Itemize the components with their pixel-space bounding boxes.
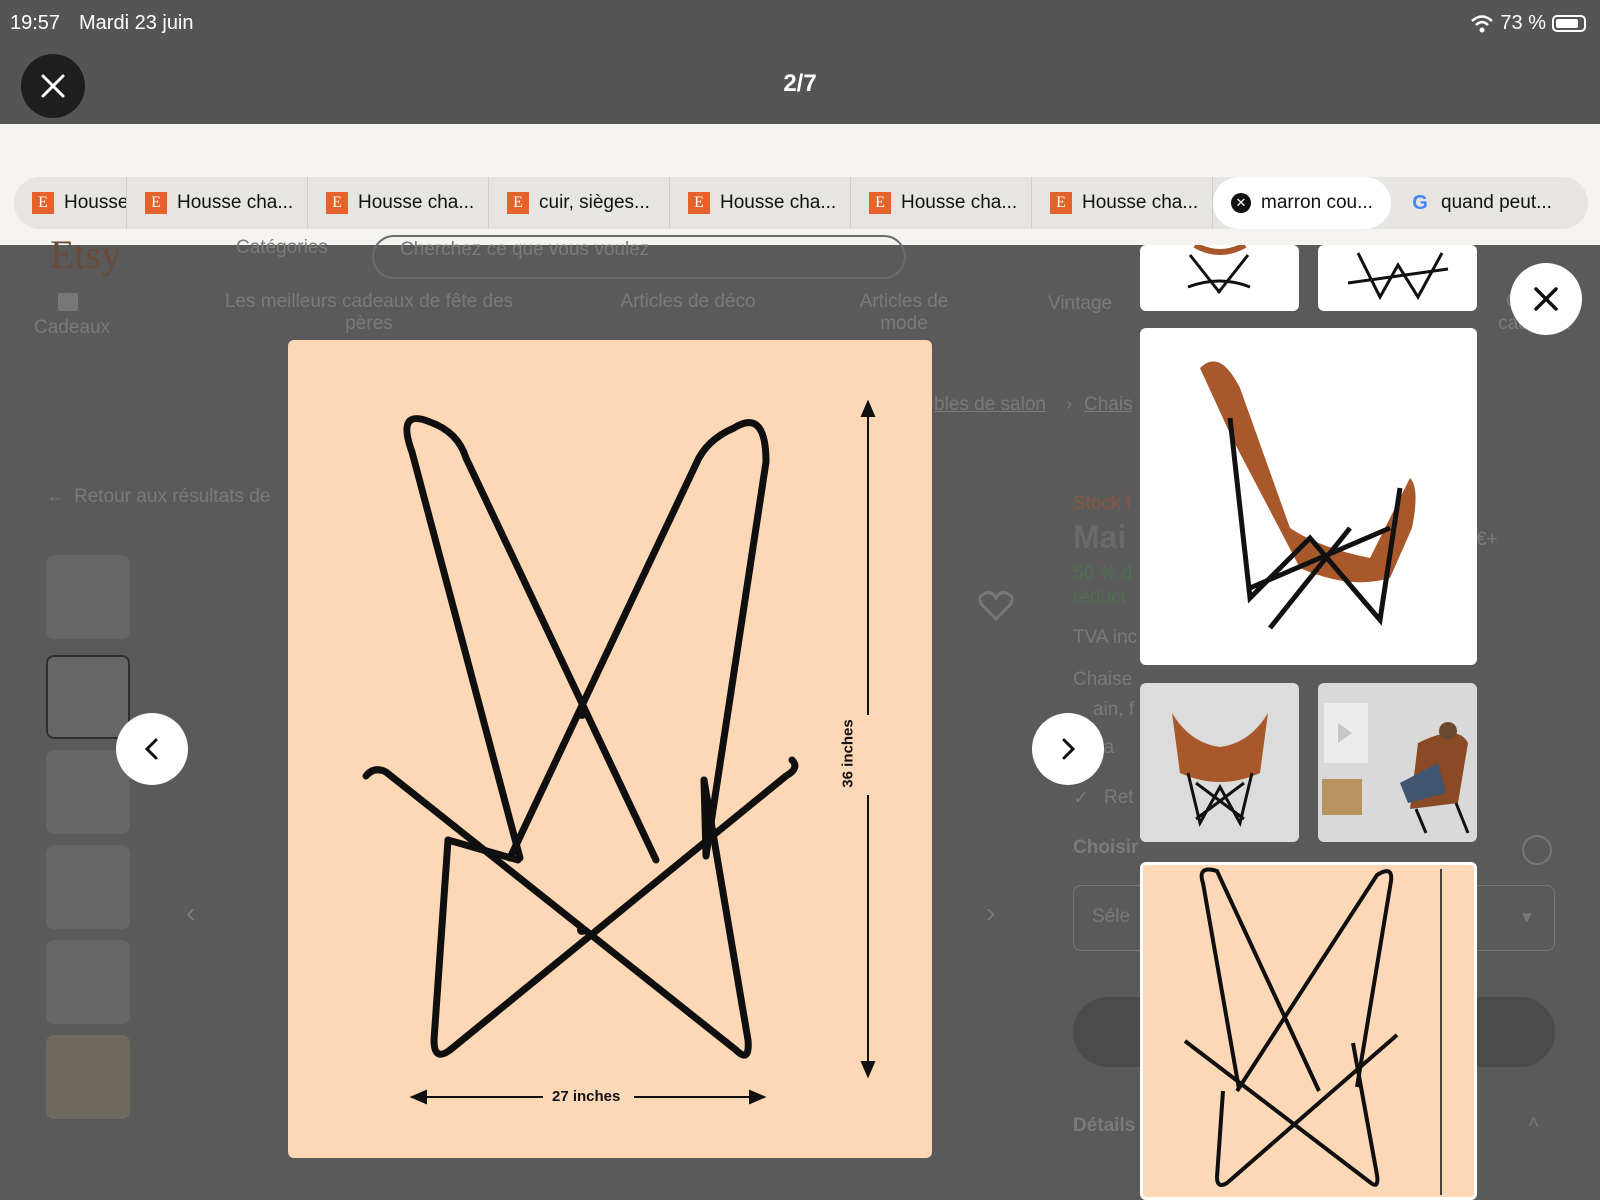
tab-label: Housse cha... [358,192,475,213]
breadcrumb-chairs: Chais [1084,394,1133,415]
tab-6[interactable]: E Housse cha... [851,177,1032,229]
battery-icon [1552,15,1586,32]
width-dimension-label: 27 inches [552,1088,621,1105]
chevron-up-icon: ˄ [1528,1113,1540,1134]
product-title: Mai [1073,519,1127,555]
heart-icon [978,591,1014,622]
chair-frame-thumbnail [1187,245,1251,294]
bg-next-arrow-icon: › [986,897,996,928]
left-thumbnail [46,845,130,929]
status-indicators: 73 % [1470,12,1586,35]
wifi-icon [1471,14,1494,32]
tab-label: quand peut... [1441,192,1552,213]
chevron-left-icon [144,738,158,760]
select-placeholder: Séle [1092,906,1131,927]
etsy-favicon-icon: E [869,192,891,214]
nav-fathers-day: Les meilleurs cadeaux de fête des pères [224,291,514,334]
right-thumbnail[interactable] [1140,683,1299,842]
tab-label: cuir, sièges... [539,192,650,213]
status-time: 19:57 [10,12,61,34]
leather-chair-thumbnail [1200,361,1416,630]
etsy-favicon-icon: E [688,192,710,214]
left-thumbnail [46,1035,130,1119]
stock-text: Stock f [1073,493,1132,514]
returns-text: Ret [1104,787,1134,808]
nav-fashion: Articles de mode [859,291,949,334]
etsy-favicon-icon: E [507,192,529,214]
search-placeholder: Cherchez ce que vous voulez [400,239,650,260]
tab-7[interactable]: E Housse cha... [1032,177,1213,229]
right-thumbnail-selected[interactable] [1140,862,1477,1200]
back-to-results-link: Retour aux résultats de [74,486,271,507]
tab-label: Housse cha... [1082,192,1199,213]
discount-text-2: réduct [1073,587,1126,608]
globe-icon [1522,835,1552,865]
tab-4[interactable]: E cuir, sièges... [489,177,670,229]
butterfly-chair-frame-drawing [362,399,876,1105]
height-dimension-label: 36 inches [839,719,857,788]
discount-text: 50 % d [1073,563,1133,584]
tab-label: Housse cha... [177,192,294,213]
tab-1[interactable]: E Housse [14,177,127,229]
left-thumbnail [46,750,130,834]
description-line-2: ain, f [1093,699,1135,720]
breadcrumb-salon: bles de salon [934,394,1046,415]
tab-label: Housse [64,192,127,213]
etsy-favicon-icon: E [326,192,348,214]
right-thumbnail[interactable] [1140,245,1299,311]
battery-percent: 73 % [1500,12,1546,34]
left-thumbnail [46,940,130,1024]
chair-frame-dimensions-thumbnail [1183,867,1442,1195]
close-icon [1534,287,1558,311]
chair-frame-thumbnail [1347,252,1449,301]
tab-9[interactable]: G quand peut... [1391,177,1566,229]
tab-3[interactable]: E Housse cha... [308,177,489,229]
etsy-favicon-icon: E [1050,192,1072,214]
nav-vintage: Vintage [1048,293,1113,314]
tab-label: Housse cha... [901,192,1018,213]
bg-prev-arrow-icon: ‹ [186,897,196,928]
choose-label: Choisir [1073,837,1139,858]
back-arrow-icon: ← [46,486,65,507]
browser-tab-bar: E Housse E Housse cha... E Housse cha...… [14,177,1588,229]
categories-link: Catégories [236,237,328,258]
main-product-image: 36 inches 27 inches [288,340,932,1158]
details-heading: Détails [1073,1115,1136,1136]
etsy-favicon-icon: E [32,192,54,214]
google-favicon-icon: G [1412,191,1428,214]
price-suffix: €+ [1476,529,1498,550]
leather-chair-front-thumbnail [1172,713,1268,828]
tab-5[interactable]: E Housse cha... [670,177,851,229]
gift-icon [58,293,78,311]
chevron-right-icon [1062,738,1076,760]
nav-gifts: Cadeaux [33,317,111,338]
right-thumbnail[interactable] [1318,245,1477,311]
tab-8-active[interactable]: ✕ marron cou... [1213,177,1391,229]
etsy-favicon-icon: E [145,192,167,214]
next-image-button[interactable] [1032,713,1104,785]
tab-label: marron cou... [1261,192,1373,213]
chevron-down-icon: ▾ [1522,907,1532,928]
viewer-top-bar: 19:57 Mardi 23 juin 73 % 2/7 [0,0,1600,124]
close-panel-button[interactable] [1510,263,1582,335]
image-counter: 2/7 [783,70,817,97]
right-thumbnail[interactable] [1318,683,1477,842]
person-in-chair-thumbnail [1322,703,1470,834]
close-tab-icon[interactable]: ✕ [1231,193,1251,213]
status-date: Mardi 23 juin [79,12,194,34]
previous-image-button[interactable] [116,713,188,785]
search-bar: Cherchez ce que vous voulez [372,235,906,279]
right-thumbnail-large[interactable] [1140,328,1477,665]
nav-deco: Articles de déco [620,291,756,312]
description-line-1: Chaise [1073,669,1133,690]
tab-label: Housse cha... [720,192,837,213]
left-thumbnail [46,555,130,639]
tva-text: TVA inc [1073,627,1138,648]
breadcrumb-separator: › [1066,394,1073,415]
tab-2[interactable]: E Housse cha... [127,177,308,229]
left-thumbnail-selected [46,655,130,739]
etsy-logo: Etsy [50,232,122,277]
check-icon: ✓ [1073,788,1089,809]
